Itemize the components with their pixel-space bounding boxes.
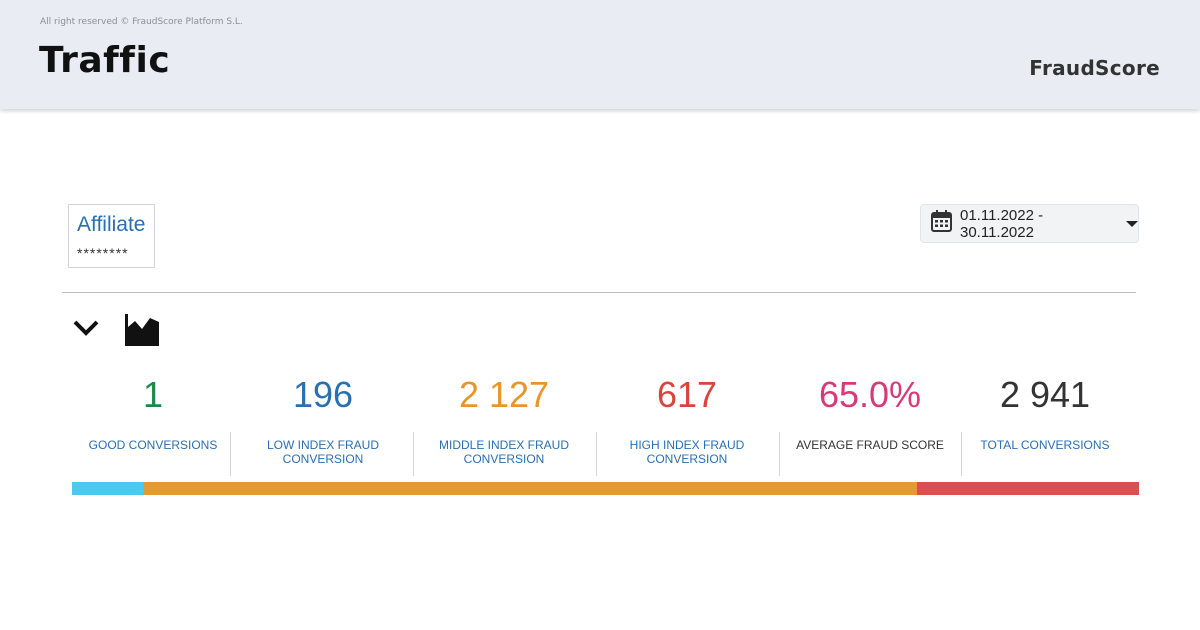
stat-value: 617 [656, 374, 718, 415]
stat-value: 2 941 [999, 374, 1091, 415]
stat-label[interactable]: GOOD CONVERSIONS [62, 438, 244, 452]
bar-segment-high [917, 482, 1139, 495]
brand-logo-text: FraudScore [1029, 56, 1160, 80]
stat-value: 1 [142, 374, 164, 415]
page-title: Traffic [39, 40, 171, 81]
copyright-text: All right reserved © FraudScore Platform… [40, 17, 243, 27]
stat-label[interactable]: LOW INDEX FRAUD CONVERSION [232, 438, 414, 466]
collapse-button[interactable] [72, 316, 100, 340]
fraud-distribution-bar [72, 482, 1139, 495]
chevron-down-icon [73, 320, 99, 336]
stat-value: 196 [292, 374, 354, 415]
stat-label[interactable]: MIDDLE INDEX FRAUD CONVERSION [413, 438, 595, 466]
brand-logo: FraudScore [1029, 56, 1160, 80]
area-chart-icon [125, 314, 159, 346]
affiliate-value: ******** [77, 245, 129, 261]
bar-segment-middle [143, 482, 918, 495]
caret-down-icon [1126, 220, 1138, 227]
page-header: All right reserved © FraudScore Platform… [0, 0, 1200, 109]
calendar-icon [931, 210, 952, 237]
stat-high-index-fraud: 617 HIGH INDEX FRAUD CONVERSION [596, 370, 778, 480]
affiliate-label: Affiliate [77, 213, 146, 236]
stat-good-conversions: 1 GOOD CONVERSIONS [62, 370, 244, 480]
stat-label[interactable]: TOTAL CONVERSIONS [954, 438, 1136, 452]
date-range-picker[interactable]: 01.11.2022 - 30.11.2022 [920, 204, 1139, 243]
stat-total-conversions: 2 941 TOTAL CONVERSIONS [954, 370, 1136, 480]
section-divider [62, 292, 1136, 293]
stats-row: 1 GOOD CONVERSIONS 196 LOW INDEX FRAUD C… [62, 370, 1138, 480]
date-range-text: 01.11.2022 - 30.11.2022 [960, 206, 1044, 241]
affiliate-filter[interactable]: Affiliate ******** [68, 204, 155, 268]
stat-average-fraud-score: 65.0% AVERAGE FRAUD SCORE [779, 370, 961, 480]
stat-separator [230, 432, 231, 476]
chart-toggle-button[interactable] [124, 313, 160, 347]
stat-value: 65.0% [818, 374, 922, 415]
stat-label: AVERAGE FRAUD SCORE [796, 438, 944, 452]
stat-middle-index-fraud: 2 127 MIDDLE INDEX FRAUD CONVERSION [413, 370, 595, 480]
stat-label[interactable]: HIGH INDEX FRAUD CONVERSION [596, 438, 778, 466]
stat-low-index-fraud: 196 LOW INDEX FRAUD CONVERSION [232, 370, 414, 480]
bar-segment-good [72, 482, 144, 495]
stat-value: 2 127 [458, 374, 550, 415]
